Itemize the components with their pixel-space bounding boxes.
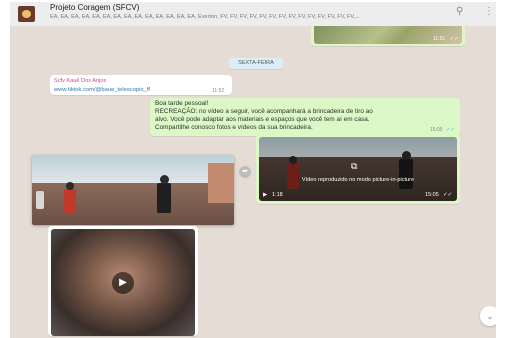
text-message[interactable]: Boa tarde pessoal! RECREAÇÃO: no vídeo a… [150,98,460,136]
link-message[interactable]: Scfv Kauê Dos Anjos www.tiktok.com/@baue… [50,75,232,95]
read-ticks-icon: ✓✓ [446,127,455,133]
chat-header: Projeto Coragem (SFCV) EA, EA, EA, EA, E… [10,2,496,26]
video-frame [32,155,234,185]
message-time: 11:51 [433,36,446,42]
video-duration: 1:18 [272,192,283,198]
message-time: 11:52 [212,88,225,94]
read-ticks-icon: ✓✓ [443,192,453,198]
video-message[interactable]: ⧉ Vídeo reproduzido no modo picture-in-p… [256,134,460,204]
message-list[interactable]: 11:51 ✓✓ SEXTA-FEIRA Scfv Kauê Dos Anjos… [10,26,496,338]
video-thumbnail[interactable]: ⧉ Vídeo reproduzido no modo picture-in-p… [259,137,457,201]
video-message-top[interactable]: 11:51 ✓✓ [311,26,465,46]
group-members[interactable]: EA, EA, EA, EA, EA, EA, EA, EA, EA, EA, … [50,14,442,20]
menu-dots-icon[interactable]: ⋮ [484,7,494,17]
message-line: RECREAÇÃO: no vídeo a seguir, você acomp… [155,108,373,115]
message-time: 15:05 [425,192,439,198]
scroll-down-button[interactable]: ⌄ [480,306,496,326]
video-camera-icon: ▶ [263,192,268,198]
day-separator: SEXTA-FEIRA [229,58,283,69]
group-avatar[interactable] [18,6,35,22]
read-ticks-icon: ✓✓ [450,36,459,42]
message-link[interactable]: www.tiktok.com/@baue_telescopio_ff [54,87,150,93]
message-line: Boa tarde pessoal! [155,100,209,107]
message-line: alvo. Você pode adaptar aos materiais e … [155,116,370,123]
search-icon[interactable]: ⚲ [456,7,463,17]
sender-name[interactable]: Scfv Kauê Dos Anjos [54,78,106,84]
pip-video-player[interactable] [32,155,234,225]
play-icon[interactable]: ▶ [112,272,134,294]
pip-icon: ⧉ [351,161,358,171]
incoming-video-message[interactable]: ▶ [48,226,198,336]
message-line: Compartilhe conosco fotos e vídeos da su… [155,124,313,131]
message-time: 15:05 [430,127,443,133]
forward-icon[interactable]: ➦ [239,166,251,178]
pip-notice: Vídeo reproduzido no modo picture-in-pic… [301,177,415,183]
group-name[interactable]: Projeto Coragem (SFCV) [50,3,139,12]
